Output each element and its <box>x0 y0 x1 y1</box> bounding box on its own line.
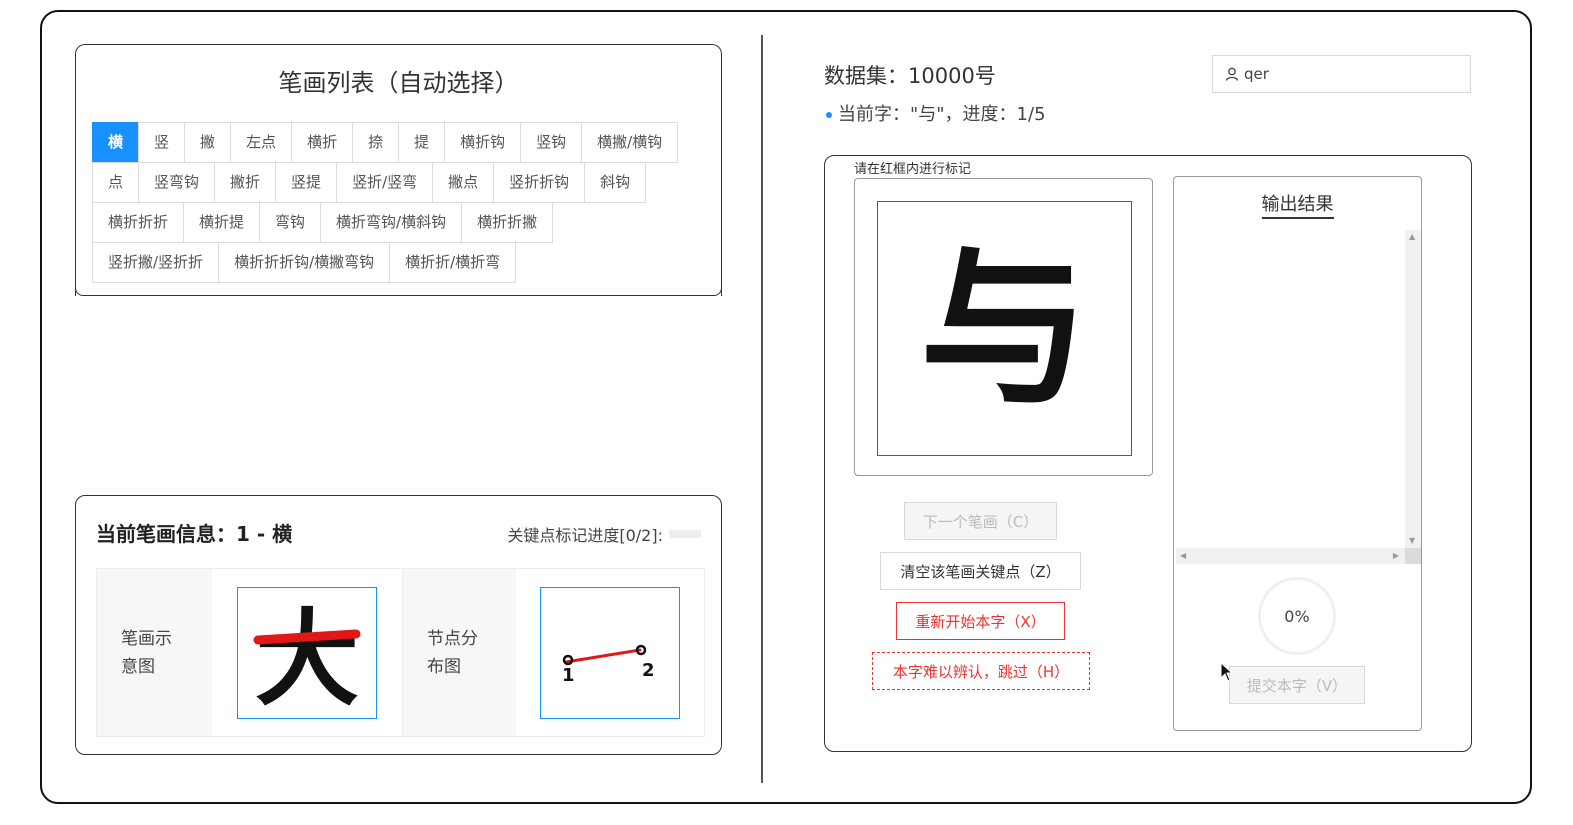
result-title: 输出结果 <box>1173 190 1422 219</box>
node-point-1 <box>562 654 574 665</box>
stroke-option[interactable]: 横折折撇 <box>461 202 554 243</box>
scroll-left-icon[interactable]: ◀ <box>1180 552 1186 560</box>
stroke-option[interactable]: 横折折/横折弯 <box>389 242 517 283</box>
skip-char-button[interactable]: 本字难以辨认，跳过（H） <box>872 652 1090 690</box>
node-label-1: 1 <box>562 665 575 686</box>
annotation-hint: 请在红框内进行标记 <box>854 162 972 177</box>
stroke-option[interactable]: 横折折折钩/横撇弯钩 <box>218 242 391 283</box>
stroke-grid: 横竖撇左点 横折捺提横折钩 竖钩 横撇/横钩点竖弯钩 撇折 竖提 竖折/竖弯 撇点 竖折折钩 斜钩… <box>92 122 703 283</box>
clear-keypoints-button[interactable]: 清空该笔画关键点（Z） <box>880 552 1081 590</box>
stroke-option[interactable]: 弯钩 <box>259 202 322 243</box>
result-horizontal-scrollbar[interactable]: ◀ ▶ <box>1176 548 1405 564</box>
node-distribution-svg: 1 2 <box>562 644 655 686</box>
stroke-option[interactable]: 横 <box>92 122 140 163</box>
stroke-option[interactable]: 撇折 <box>214 162 277 203</box>
vertical-divider <box>761 35 763 783</box>
user-name: qer <box>1244 65 1269 83</box>
bullet-dot <box>826 112 832 118</box>
stroke-row: 横竖撇左点 横折捺提横折钩 竖钩 横撇/横钩 <box>92 122 703 163</box>
highlighted-stroke <box>253 629 361 644</box>
stroke-info-table: 笔画示意图 大 节点分布图 1 2 <box>96 568 705 737</box>
annotation-canvas[interactable]: 与 <box>877 201 1132 456</box>
stroke-option[interactable]: 横折折折 <box>92 202 185 243</box>
scrollbar-corner <box>1405 548 1421 564</box>
stroke-option[interactable]: 提 <box>398 122 446 163</box>
stroke-row: 点竖弯钩 撇折 竖提 竖折/竖弯 撇点 竖折折钩 斜钩 <box>92 162 703 203</box>
user-icon <box>1225 67 1239 81</box>
scroll-right-icon[interactable]: ▶ <box>1393 552 1399 560</box>
current-char-text: 当前字："与"，进度：1/5 <box>838 104 1046 125</box>
stroke-option[interactable]: 捺 <box>352 122 400 163</box>
stroke-diagram-image: 大 <box>237 586 377 719</box>
stroke-option[interactable]: 横折弯钩/横斜钩 <box>320 202 463 243</box>
dataset-title: 数据集：10000号 <box>824 64 996 88</box>
node-distribution-image: 1 2 <box>540 586 680 719</box>
stroke-option[interactable]: 左点 <box>230 122 293 163</box>
stroke-option[interactable]: 竖钩 <box>520 122 583 163</box>
result-title-text: 输出结果 <box>1261 194 1334 219</box>
scroll-down-icon[interactable]: ▼ <box>1409 537 1415 545</box>
node-distribution-cell: 1 2 <box>516 569 704 736</box>
next-stroke-button[interactable]: 下一个笔画（C） <box>904 502 1057 540</box>
stroke-option[interactable]: 点 <box>92 162 140 203</box>
restart-char-button[interactable]: 重新开始本字（X） <box>896 602 1065 640</box>
node-distribution-label-text: 节点分布图 <box>427 628 478 677</box>
stroke-diagram-svg: 大 <box>253 598 361 708</box>
stroke-option[interactable]: 撇点 <box>432 162 495 203</box>
stroke-list-card: 笔画列表（自动选择） 横竖撇左点 横折捺提横折钩 竖钩 横撇/横钩点竖弯钩 撇折 竖提 竖折… <box>75 44 722 296</box>
stroke-diagram-label-text: 笔画示意图 <box>121 628 172 677</box>
stroke-row: 横折折折 横折提 弯钩 横折弯钩/横斜钩 横折折撇 <box>92 202 703 243</box>
stroke-option[interactable]: 竖 <box>138 122 186 163</box>
stroke-option[interactable]: 竖折/竖弯 <box>336 162 434 203</box>
stroke-option[interactable]: 竖折撇/竖折折 <box>92 242 220 283</box>
stroke-list-title: 笔画列表（自动选择） <box>278 69 519 97</box>
stroke-option[interactable]: 横折 <box>291 122 354 163</box>
stroke-diagram-label: 笔画示意图 <box>97 569 212 736</box>
stroke-option[interactable]: 横折提 <box>183 202 261 243</box>
keypoint-progress-bar <box>669 530 701 538</box>
stroke-option[interactable]: 横撇/横钩 <box>581 122 679 163</box>
stroke-info-title: 当前笔画信息：1 - 横 <box>96 522 293 546</box>
stroke-diagram-cell: 大 <box>212 569 403 736</box>
node-label-2: 2 <box>642 660 655 681</box>
stroke-row: 竖折撇/竖折折 横折折折钩/横撇弯钩 横折折/横折弯 <box>92 242 703 283</box>
mouse-cursor-icon <box>1220 662 1234 682</box>
result-vertical-scrollbar[interactable]: ▲ ▼ <box>1405 230 1421 548</box>
node-distribution-label: 节点分布图 <box>403 569 516 736</box>
stroke-option[interactable]: 斜钩 <box>584 162 647 203</box>
current-char-progress: 当前字："与"，进度：1/5 <box>826 100 1046 126</box>
stroke-info-card: 当前笔画信息：1 - 横 关键点标记进度[0/2]: 笔画示意图 大 节点分布图 <box>75 495 722 755</box>
stroke-option[interactable]: 横折钩 <box>444 122 522 163</box>
target-character: 与 <box>919 228 1090 429</box>
keypoint-progress-label: 关键点标记进度[0/2]: <box>507 526 663 545</box>
user-field[interactable]: qer <box>1212 55 1471 93</box>
stroke-option[interactable]: 竖提 <box>275 162 338 203</box>
result-progress-percent: 0% <box>1284 606 1310 626</box>
node-line <box>564 648 642 663</box>
stroke-diagram-char: 大 <box>255 598 359 708</box>
stroke-option[interactable]: 竖折折钩 <box>493 162 586 203</box>
scroll-up-icon[interactable]: ▲ <box>1409 233 1415 241</box>
submit-char-button[interactable]: 提交本字（V） <box>1229 666 1365 704</box>
stroke-option[interactable]: 撇 <box>184 122 232 163</box>
stroke-option[interactable]: 竖弯钩 <box>138 162 216 203</box>
result-progress-circle: 0% <box>1258 577 1336 655</box>
